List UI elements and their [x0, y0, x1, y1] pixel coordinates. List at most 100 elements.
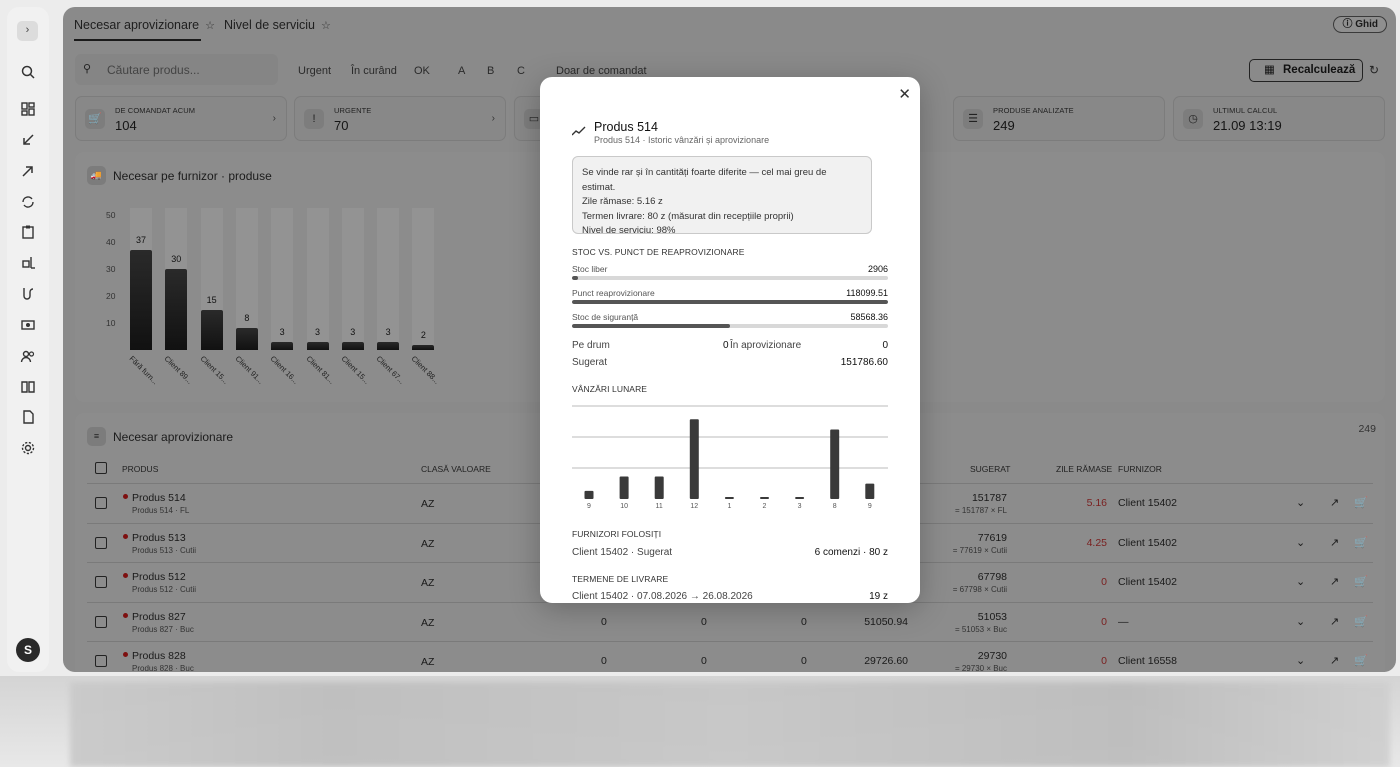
- row-checkbox[interactable]: [95, 615, 107, 628]
- suggested-qty: 151787: [971, 492, 1007, 504]
- row-checkbox[interactable]: [95, 655, 107, 667]
- chart-bar[interactable]: [130, 250, 152, 350]
- month-label: 2: [763, 503, 767, 510]
- chart-bar[interactable]: [165, 269, 188, 350]
- kpi-urgente[interactable]: ! URGENTE 70 ›: [294, 96, 506, 141]
- book-icon[interactable]: [20, 379, 36, 395]
- background-blur: [0, 676, 1400, 767]
- value-class: AZ: [421, 498, 435, 510]
- avatar[interactable]: S: [16, 638, 40, 662]
- on-road-value: 0: [723, 340, 729, 351]
- chevron-down-icon[interactable]: ⌄: [1296, 496, 1305, 509]
- trend-icon[interactable]: ↗: [1330, 496, 1339, 509]
- chevron-right-icon: ›: [272, 113, 276, 124]
- chart-bar[interactable]: [341, 341, 364, 350]
- chevron-down-icon[interactable]: ⌄: [1296, 536, 1305, 549]
- filter-class-b[interactable]: B: [487, 65, 494, 77]
- product-name[interactable]: Produs 513: [132, 532, 186, 544]
- th-furnizor[interactable]: FURNIZOR: [1118, 464, 1162, 474]
- filter-urgent[interactable]: Urgent: [298, 65, 331, 77]
- search-input[interactable]: ⚲ Căutare produs...: [75, 54, 278, 85]
- select-all-checkbox[interactable]: [95, 462, 107, 474]
- arrow-down-left-icon[interactable]: [20, 132, 36, 148]
- tab-nivel-de-serviciu[interactable]: Nivel de serviciu ☆: [224, 18, 331, 32]
- add-to-cart-icon[interactable]: 🛒: [1354, 615, 1368, 628]
- chart-bar[interactable]: [377, 341, 400, 350]
- arrow-up-right-icon[interactable]: [20, 163, 36, 179]
- product-name[interactable]: Produs 827: [132, 611, 186, 623]
- urgency-dot: [123, 612, 128, 618]
- chart-bar[interactable]: [412, 344, 435, 350]
- sales-bar[interactable]: [795, 496, 805, 499]
- chart-bar[interactable]: [200, 309, 223, 350]
- cash-icon[interactable]: [20, 317, 36, 333]
- chart-bar[interactable]: [235, 328, 258, 350]
- trend-icon[interactable]: ↗: [1330, 615, 1339, 628]
- sales-bar[interactable]: [830, 429, 840, 499]
- sales-bar[interactable]: [760, 496, 769, 499]
- sales-bar[interactable]: [619, 476, 629, 499]
- product-name[interactable]: Produs 828: [132, 650, 186, 662]
- product-name[interactable]: Produs 514: [132, 492, 186, 504]
- row-checkbox[interactable]: [95, 536, 107, 549]
- filter-class-a[interactable]: A: [458, 65, 465, 77]
- star-icon[interactable]: ☆: [321, 20, 331, 32]
- kpi-ultimul-calcul[interactable]: ◷ ULTIMUL CALCUL 21.09 13:19: [1173, 96, 1385, 141]
- expand-rail-button[interactable]: ›: [17, 21, 38, 41]
- help-button[interactable]: ⓘ Ghid: [1333, 16, 1387, 33]
- refresh-icon[interactable]: ↻: [1369, 63, 1379, 77]
- th-clasa-valoare[interactable]: CLASĂ VALOARE: [421, 464, 491, 474]
- gear-icon[interactable]: [20, 440, 36, 456]
- reorder-point-label: Punct reaprovizionare: [572, 288, 655, 298]
- month-label: 10: [620, 503, 628, 510]
- sales-bar[interactable]: [865, 483, 875, 499]
- filter-ok[interactable]: OK: [414, 65, 430, 77]
- star-icon[interactable]: ☆: [205, 20, 215, 32]
- product-name[interactable]: Produs 512: [132, 571, 186, 583]
- filter-in-curand[interactable]: În curând: [351, 65, 397, 77]
- kpi-produse-analizate[interactable]: ☰ PRODUSE ANALIZATE 249: [953, 96, 1165, 141]
- add-to-cart-icon[interactable]: 🛒: [1354, 575, 1368, 588]
- chevron-down-icon[interactable]: ⌄: [1296, 575, 1305, 588]
- cell-value: 29726.60: [864, 655, 908, 667]
- chevron-down-icon[interactable]: ⌄: [1296, 654, 1305, 667]
- sales-bar[interactable]: [654, 476, 664, 499]
- document-icon[interactable]: [20, 409, 36, 425]
- trend-icon[interactable]: ↗: [1330, 536, 1339, 549]
- sales-section-title: VÂNZĂRI LUNARE: [572, 384, 648, 394]
- route-icon[interactable]: [20, 286, 36, 302]
- add-to-cart-icon[interactable]: 🛒: [1354, 654, 1368, 667]
- filter-doar-de-comandat[interactable]: Doar de comandat: [556, 65, 647, 77]
- month-label: 9: [587, 503, 591, 510]
- sales-bar[interactable]: [584, 490, 594, 499]
- th-produs[interactable]: PRODUS: [122, 464, 158, 474]
- refresh-cycle-icon[interactable]: [20, 194, 36, 210]
- row-checkbox[interactable]: [95, 497, 107, 509]
- sales-bar[interactable]: [724, 496, 734, 499]
- supplier-name: Client 16558: [1118, 655, 1177, 667]
- month-label: 8: [833, 503, 837, 510]
- filter-class-c[interactable]: C: [517, 65, 525, 77]
- th-zile-ramase[interactable]: ZILE RĂMASE: [1056, 464, 1112, 474]
- chart-bar[interactable]: [271, 341, 294, 350]
- tab-necesar-aprovizionare[interactable]: Necesar aprovizionare ☆: [74, 18, 215, 32]
- th-sugerat[interactable]: SUGERAT: [970, 464, 1010, 474]
- in-supply-label: În aprovizionare: [730, 340, 802, 351]
- recalculate-button[interactable]: ▦ Recalculează: [1249, 59, 1363, 82]
- chevron-down-icon[interactable]: ⌄: [1296, 615, 1305, 628]
- supplier-name: —: [1118, 615, 1129, 628]
- row-checkbox[interactable]: [95, 576, 107, 588]
- clipboard-icon[interactable]: [20, 224, 36, 240]
- kpi-de-comandat[interactable]: 🛒 DE COMANDAT ACUM 104 ›: [75, 96, 287, 141]
- trend-icon[interactable]: ↗: [1330, 575, 1339, 588]
- users-icon[interactable]: [20, 348, 36, 364]
- sales-bar[interactable]: [689, 419, 699, 499]
- dashboard-icon[interactable]: [20, 101, 36, 117]
- search-icon[interactable]: [20, 64, 36, 80]
- trend-icon[interactable]: ↗: [1330, 654, 1339, 667]
- add-to-cart-icon[interactable]: 🛒: [1354, 536, 1368, 549]
- close-icon[interactable]: ✕: [898, 85, 911, 103]
- forklift-icon[interactable]: [20, 255, 36, 271]
- add-to-cart-icon[interactable]: 🛒: [1354, 496, 1368, 509]
- chart-bar[interactable]: [306, 341, 329, 350]
